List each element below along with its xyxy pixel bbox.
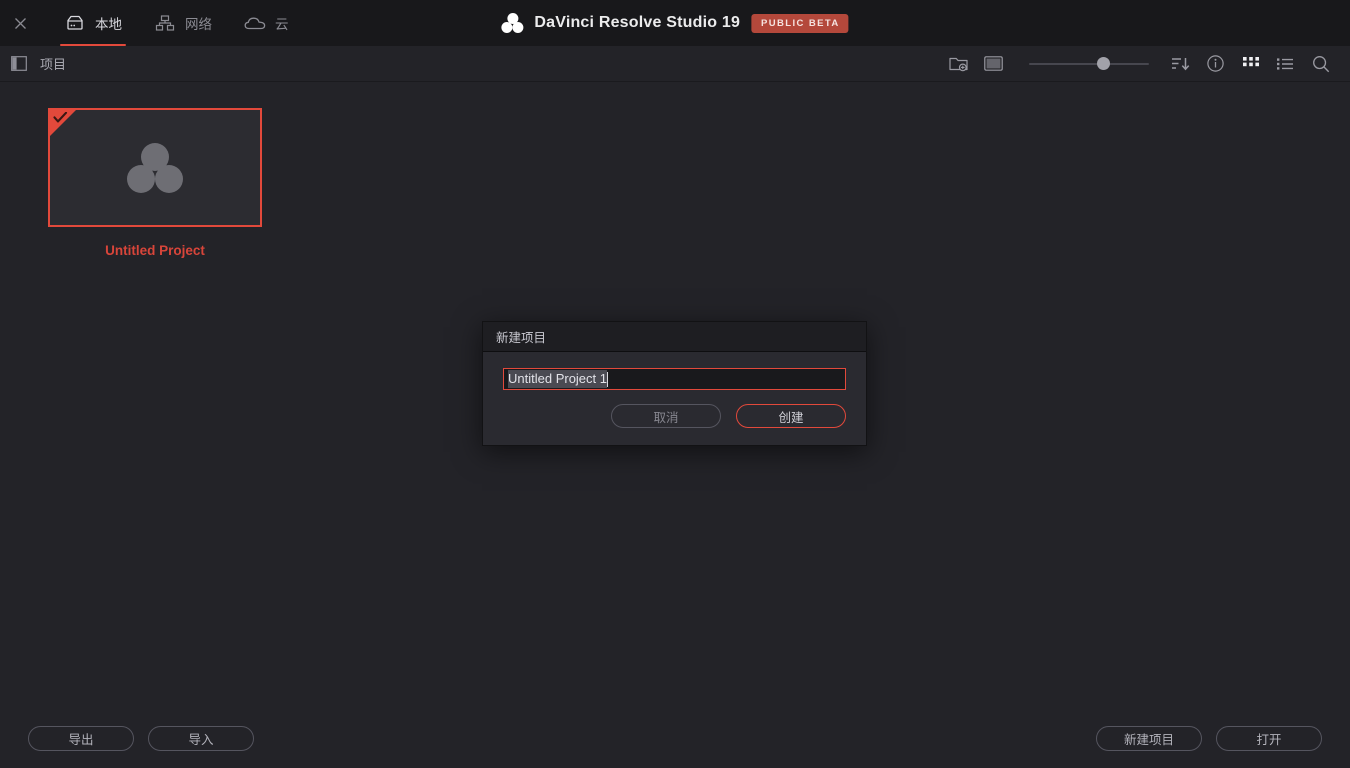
info-icon — [1207, 55, 1224, 72]
new-folder-button[interactable] — [941, 46, 976, 82]
import-button[interactable]: 导入 — [148, 725, 254, 751]
slider-track — [1029, 62, 1149, 65]
new-window-button[interactable] — [976, 46, 1011, 82]
network-icon — [154, 12, 176, 34]
project-toolbar: 项目 — [0, 46, 1350, 82]
hard-drive-icon — [64, 12, 86, 34]
new-project-button[interactable]: 新建项目 — [1096, 725, 1202, 751]
bottom-right-actions: 新建项目 打开 — [1096, 725, 1322, 751]
export-button[interactable]: 导出 — [28, 725, 134, 751]
tab-cloud[interactable]: 云 — [228, 0, 305, 46]
info-button[interactable] — [1198, 46, 1233, 82]
bottom-action-bar: 导出 导入 新建项目 打开 — [0, 708, 1350, 768]
title-bar: 本地 网络 云 DaVinci Resolve Studio 19 PUBLIC… — [0, 0, 1350, 46]
tab-local[interactable]: 本地 — [48, 0, 138, 46]
dialog-body: Untitled Project 1 取消 创建 — [483, 352, 866, 445]
check-icon — [53, 112, 68, 125]
open-project-button[interactable]: 打开 — [1216, 725, 1322, 751]
davinci-resolve-logo-icon — [501, 13, 524, 33]
app-title-group: DaVinci Resolve Studio 19 PUBLIC BETA — [501, 0, 849, 46]
new-folder-icon — [949, 55, 968, 72]
toolbar-actions — [941, 46, 1350, 82]
slider-knob[interactable] — [1096, 57, 1110, 70]
cloud-icon — [244, 12, 266, 34]
tab-network-label: 网络 — [185, 17, 212, 32]
public-beta-badge: PUBLIC BETA — [751, 13, 849, 33]
panel-toggle-icon[interactable] — [11, 56, 27, 71]
text-cursor — [607, 371, 608, 387]
bottom-left-actions: 导出 导入 — [28, 725, 254, 751]
search-icon — [1312, 55, 1330, 73]
close-window-button[interactable] — [0, 0, 40, 46]
list-view-icon — [1277, 57, 1294, 71]
storage-location-tabs: 本地 网络 云 — [48, 0, 305, 46]
close-icon — [14, 17, 27, 30]
tab-local-label: 本地 — [95, 17, 122, 32]
project-thumbnail[interactable] — [48, 108, 262, 227]
project-name-field-wrapper: Untitled Project 1 — [503, 368, 846, 390]
project-name-input-value: Untitled Project 1 — [508, 370, 607, 388]
dialog-actions: 取消 创建 — [503, 404, 846, 428]
breadcrumb[interactable]: 项目 — [40, 54, 66, 73]
sort-descending-icon — [1171, 56, 1190, 72]
tab-network[interactable]: 网络 — [138, 0, 228, 46]
dialog-title-bar: 新建项目 — [483, 322, 866, 352]
sort-order-button[interactable] — [1163, 46, 1198, 82]
new-project-dialog: 新建项目 Untitled Project 1 取消 创建 — [482, 321, 867, 446]
cancel-button[interactable]: 取消 — [611, 404, 721, 428]
grid-view-button[interactable] — [1233, 46, 1268, 82]
create-button[interactable]: 创建 — [736, 404, 846, 428]
new-window-icon — [984, 56, 1003, 71]
list-view-button[interactable] — [1268, 46, 1303, 82]
thumbnail-size-slider[interactable] — [1029, 46, 1149, 82]
project-name-label: Untitled Project — [105, 243, 205, 258]
grid-view-icon — [1242, 56, 1259, 72]
project-card[interactable]: Untitled Project — [48, 108, 262, 258]
dialog-title: 新建项目 — [496, 331, 547, 345]
app-title: DaVinci Resolve Studio 19 — [534, 14, 741, 31]
project-name-input[interactable]: Untitled Project 1 — [503, 368, 846, 390]
search-button[interactable] — [1303, 46, 1338, 82]
davinci-resolve-logo-icon — [127, 142, 183, 193]
project-manager-window: 本地 网络 云 DaVinci Resolve Studio 19 PUBLIC… — [0, 0, 1350, 768]
tab-cloud-label: 云 — [275, 17, 289, 32]
